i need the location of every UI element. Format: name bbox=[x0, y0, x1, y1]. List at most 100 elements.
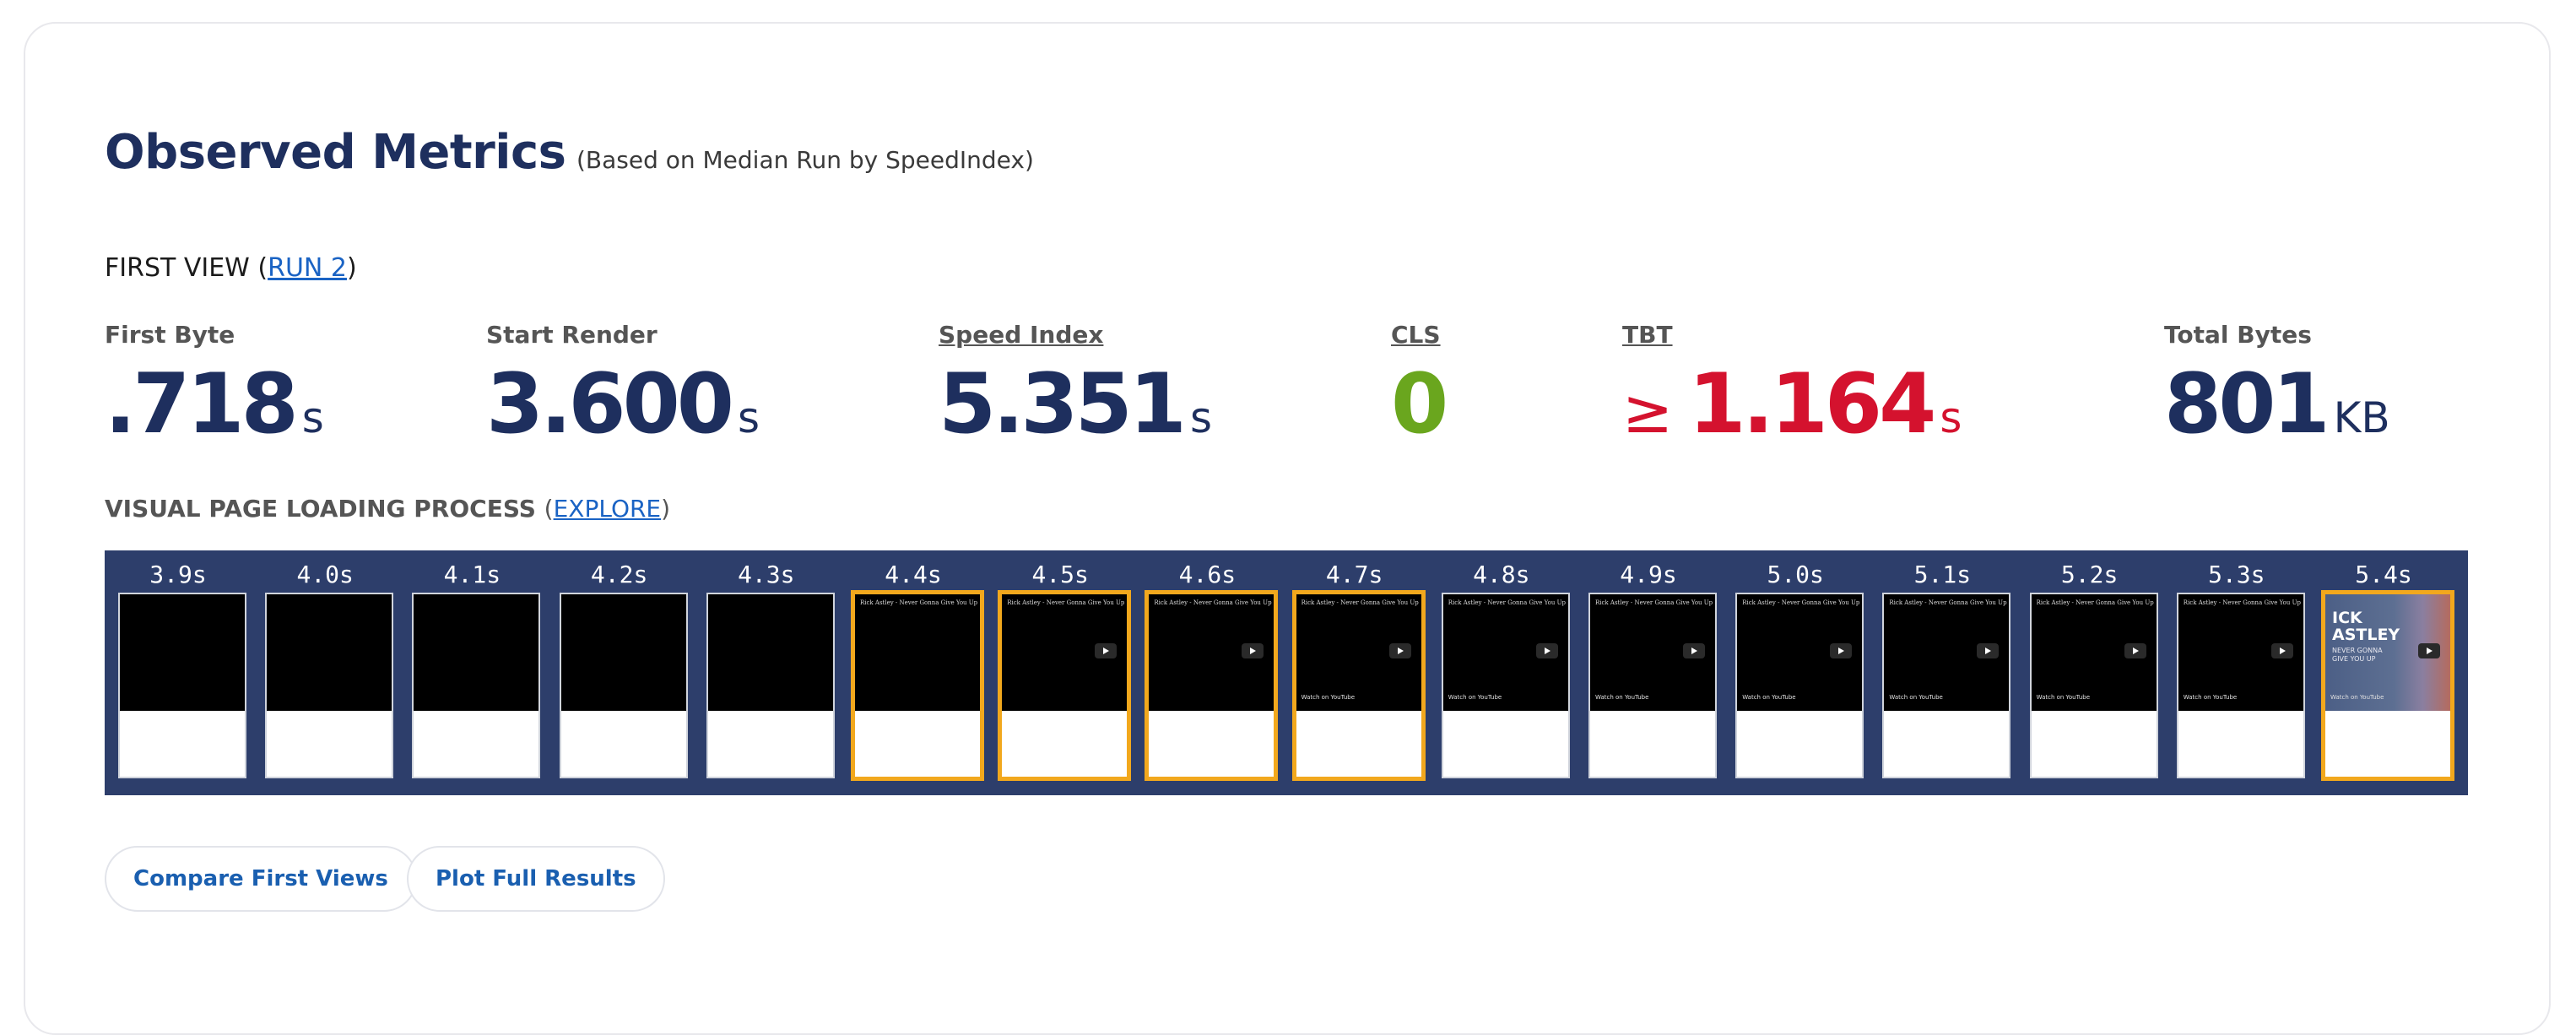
metric-tbt: TBT ≥1.164 s bbox=[1622, 321, 1962, 447]
filmstrip-frame[interactable]: 5.1s Rick Astley - Never Gonna Give You U… bbox=[1869, 550, 2016, 795]
metric-value: 0 bbox=[1391, 356, 1448, 452]
video-caption: Rick Astley - Never Gonna Give You Up bbox=[1154, 599, 1272, 606]
video-caption: Rick Astley - Never Gonna Give You Up bbox=[1595, 599, 1713, 606]
filmstrip-frame[interactable]: 4.8s Rick Astley - Never Gonna Give You U… bbox=[1428, 550, 1575, 795]
filmstrip-frame[interactable]: 5.3s Rick Astley - Never Gonna Give You U… bbox=[2163, 550, 2310, 795]
frame-thumbnail: Rick Astley - Never Gonna Give You Up Wat… bbox=[1441, 593, 1570, 778]
video-area: Rick Astley - Never Gonna Give You Up Wat… bbox=[2031, 594, 2157, 711]
metric-value: .718 bbox=[105, 356, 299, 452]
frame-thumbnail bbox=[265, 593, 394, 778]
video-area bbox=[707, 594, 833, 711]
explore-link[interactable]: EXPLORE bbox=[554, 495, 662, 523]
cls-link[interactable]: CLS bbox=[1391, 321, 1445, 349]
filmstrip-frame[interactable]: 4.0s bbox=[252, 550, 398, 795]
frame-time: 4.5s bbox=[1031, 561, 1089, 588]
filmstrip-frame[interactable]: 4.6s Rick Astley - Never Gonna Give You U… bbox=[1134, 550, 1280, 795]
video-area bbox=[414, 594, 539, 711]
metric-unit: s bbox=[1940, 393, 1962, 442]
metric-unit: KB bbox=[2333, 393, 2390, 442]
frame-thumbnail: Rick Astley - Never Gonna Give You Up Wat… bbox=[1291, 590, 1426, 781]
frame-time: 5.4s bbox=[2355, 561, 2412, 588]
video-area: Rick Astley - Never Gonna Give You Up Wat… bbox=[2178, 594, 2303, 711]
filmstrip-frame[interactable]: 4.1s bbox=[398, 550, 545, 795]
run-2-link[interactable]: RUN 2 bbox=[268, 253, 347, 283]
poster-subtitle: NEVER GONNA GIVE YOU UP bbox=[2332, 647, 2383, 663]
filmstrip-frame[interactable]: 4.4s Rick Astley - Never Gonna Give You U… bbox=[840, 550, 987, 795]
frame-time: 4.6s bbox=[1178, 561, 1237, 588]
play-icon bbox=[1830, 643, 1853, 658]
visual-progress-heading: VISUAL PAGE LOADING PROCESS (EXPLORE) bbox=[105, 495, 671, 523]
filmstrip-frame[interactable]: 4.2s bbox=[546, 550, 693, 795]
frame-time: 5.1s bbox=[1913, 561, 1972, 588]
visual-progress-title: VISUAL PAGE LOADING PROCESS bbox=[105, 495, 536, 523]
metric-cls: CLS 0 bbox=[1391, 321, 1448, 447]
video-caption: Rick Astley - Never Gonna Give You Up bbox=[1448, 599, 1566, 606]
watch-on-youtube-label: Watch on YouTube bbox=[2183, 694, 2238, 701]
filmstrip-frame[interactable]: 5.0s Rick Astley - Never Gonna Give You U… bbox=[1722, 550, 1869, 795]
filmstrip-frame[interactable]: 4.9s Rick Astley - Never Gonna Give You U… bbox=[1575, 550, 1722, 795]
play-icon bbox=[1388, 643, 1411, 658]
filmstrip-frame[interactable]: 4.3s bbox=[693, 550, 840, 795]
first-view-line: FIRST VIEW (RUN 2) bbox=[105, 253, 357, 283]
metric-speed-index: Speed Index 5.351 s bbox=[939, 321, 1212, 447]
speed-index-link[interactable]: Speed Index bbox=[939, 321, 1212, 349]
filmstrip[interactable]: 3.9s 4.0s 4.1s 4.2s 4.3s 4.4s Rick Astley - Ne… bbox=[105, 550, 2468, 795]
video-area: Rick Astley - Never Gonna Give You Up bbox=[1149, 594, 1274, 711]
video-caption: Rick Astley - Never Gonna Give You Up bbox=[1742, 599, 1860, 606]
frame-thumbnail: Rick Astley - Never Gonna Give You Up Wat… bbox=[2029, 593, 2158, 778]
video-caption: Rick Astley - Never Gonna Give You Up bbox=[860, 599, 978, 606]
greater-equal-sign: ≥ bbox=[1622, 376, 1674, 447]
metric-value: 1.164 bbox=[1688, 356, 1936, 452]
metric-unit: s bbox=[301, 393, 324, 442]
video-caption: Rick Astley - Never Gonna Give You Up bbox=[2183, 599, 2301, 606]
watch-on-youtube-label: Watch on YouTube bbox=[1595, 694, 1649, 701]
frame-time: 4.0s bbox=[296, 561, 354, 588]
compare-first-views-button[interactable]: Compare First Views bbox=[105, 846, 417, 912]
video-area: Rick Astley - Never Gonna Give You Up Wat… bbox=[1296, 594, 1421, 711]
metric-unit: s bbox=[1189, 393, 1213, 442]
frame-time: 5.0s bbox=[1767, 561, 1824, 588]
filmstrip-frame[interactable]: 3.9s bbox=[105, 550, 252, 795]
metric-start-render: Start Render 3.600 s bbox=[486, 321, 760, 447]
frame-time: 5.2s bbox=[2060, 561, 2119, 588]
frame-thumbnail bbox=[559, 593, 688, 778]
frame-time: 4.4s bbox=[885, 561, 942, 588]
frame-time: 5.3s bbox=[2208, 561, 2265, 588]
watch-on-youtube-label: Watch on YouTube bbox=[2036, 694, 2091, 701]
first-view-suffix: ) bbox=[346, 253, 357, 283]
play-icon bbox=[1535, 643, 1558, 658]
poster-title: ICK ASTLEY bbox=[2332, 609, 2400, 644]
frame-thumbnail: Rick Astley - Never Gonna Give You Up bbox=[1145, 590, 1279, 781]
video-poster: ICK ASTLEY NEVER GONNA GIVE YOU UP Watch o… bbox=[2325, 594, 2450, 711]
metric-first-byte: First Byte .718 s bbox=[105, 321, 324, 447]
watch-on-youtube-label: Watch on YouTube bbox=[1301, 694, 1356, 701]
metric-value: 5.351 bbox=[939, 356, 1187, 452]
watch-on-youtube-label: Watch on YouTube bbox=[1448, 694, 1502, 701]
first-view-label: FIRST VIEW ( bbox=[105, 253, 268, 283]
play-icon bbox=[2124, 643, 2146, 658]
play-icon bbox=[2270, 643, 2293, 658]
video-caption: Rick Astley - Never Gonna Give You Up bbox=[1889, 599, 2007, 606]
video-area: Rick Astley - Never Gonna Give You Up Wat… bbox=[1737, 594, 1863, 711]
filmstrip-frame[interactable]: 5.2s Rick Astley - Never Gonna Give You U… bbox=[2016, 550, 2163, 795]
filmstrip-frame[interactable]: 4.5s Rick Astley - Never Gonna Give You U… bbox=[987, 550, 1134, 795]
play-icon bbox=[1095, 643, 1118, 658]
video-area bbox=[560, 594, 686, 711]
metric-label: Total Bytes bbox=[2164, 321, 2312, 349]
plot-full-results-button[interactable]: Plot Full Results bbox=[407, 846, 665, 912]
page-title: Observed Metrics bbox=[105, 125, 566, 180]
video-area bbox=[120, 594, 245, 711]
metric-label: First Byte bbox=[105, 321, 235, 349]
watch-on-youtube-label: Watch on YouTube bbox=[2330, 694, 2384, 701]
frame-thumbnail: ICK ASTLEY NEVER GONNA GIVE YOU UP Watch o… bbox=[2321, 590, 2454, 781]
frame-time: 4.2s bbox=[590, 561, 648, 588]
tbt-link[interactable]: TBT bbox=[1622, 321, 1962, 349]
filmstrip-frame[interactable]: 4.7s Rick Astley - Never Gonna Give You U… bbox=[1281, 550, 1428, 795]
frame-time: 4.1s bbox=[443, 561, 501, 588]
filmstrip-frame[interactable]: 5.4s ICK ASTLEY NEVER GONNA GIVE YOU UP Wat… bbox=[2310, 550, 2457, 795]
frame-thumbnail: Rick Astley - Never Gonna Give You Up Wat… bbox=[2176, 593, 2305, 778]
video-area: Rick Astley - Never Gonna Give You Up Wat… bbox=[1884, 594, 2010, 711]
metric-total-bytes: Total Bytes 801 KB bbox=[2164, 321, 2390, 447]
watch-on-youtube-label: Watch on YouTube bbox=[1742, 694, 1796, 701]
video-area bbox=[267, 594, 392, 711]
